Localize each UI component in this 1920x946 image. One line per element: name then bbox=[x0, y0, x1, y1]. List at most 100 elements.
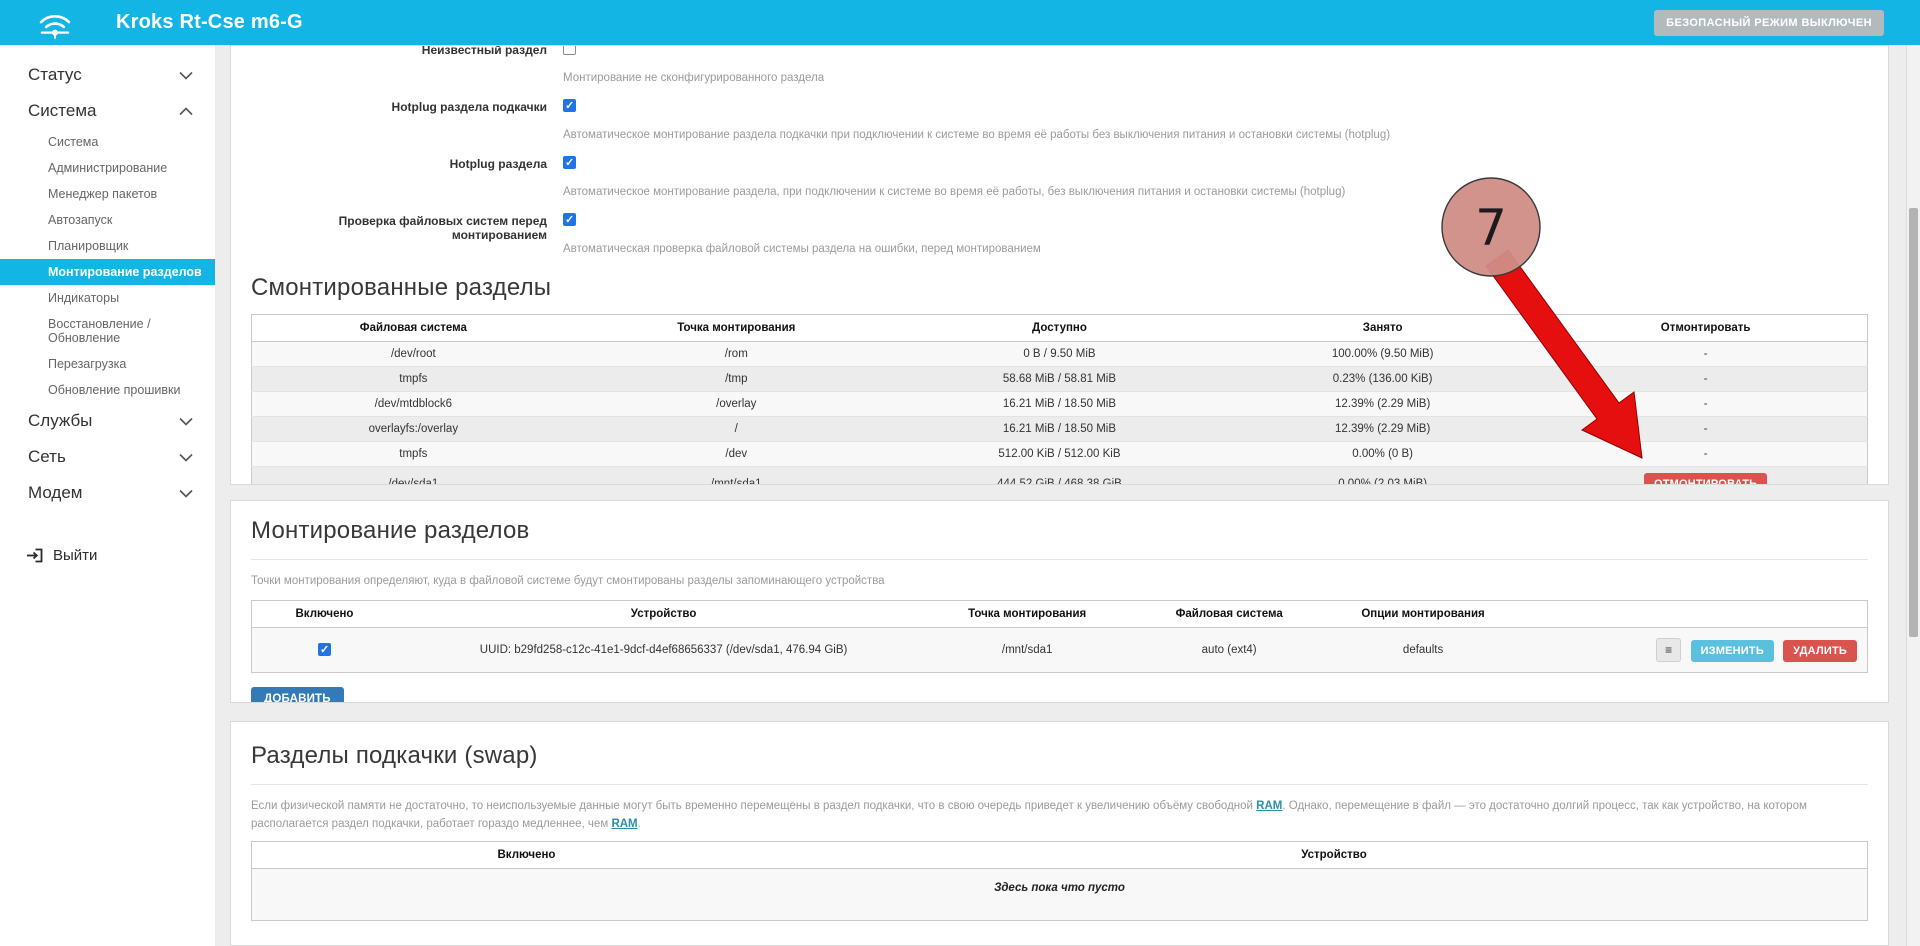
sidebar-item-autostart[interactable]: Автозапуск bbox=[0, 207, 215, 233]
setting-row-fsck: Проверка файловых систем перед монтирова… bbox=[251, 213, 1868, 256]
mounted-partitions-heading: Смонтированные разделы bbox=[251, 274, 1868, 302]
app-title: Kroks Rt-Cse m6-G bbox=[116, 11, 303, 34]
sidebar-item-status[interactable]: Статус bbox=[0, 57, 215, 93]
table-cell: 12.39% (2.29 MiB) bbox=[1221, 417, 1544, 442]
setting-label: Hotplug раздела bbox=[251, 156, 563, 199]
table-row: Здесь пока что пусто bbox=[252, 868, 1868, 920]
setting-label: Hotplug раздела подкачки bbox=[251, 99, 563, 142]
table-cell: - bbox=[1544, 417, 1867, 442]
setting-label: Неизвестный раздел bbox=[251, 45, 563, 85]
setting-description: Автоматическое монтирование раздела, при… bbox=[563, 186, 1868, 199]
sidebar-item-package-manager[interactable]: Менеджер пакетов bbox=[0, 181, 215, 207]
sidebar-item-network[interactable]: Сеть bbox=[0, 439, 215, 475]
column-header: Доступно bbox=[898, 315, 1221, 342]
setting-label: Проверка файловых систем перед монтирова… bbox=[251, 213, 563, 256]
table-cell: /dev/mtdblock6 bbox=[252, 392, 575, 417]
table-cell: defaults bbox=[1334, 627, 1512, 672]
sidebar-item-label: Система bbox=[28, 101, 96, 121]
table-cell: 0 B / 9.50 MiB bbox=[898, 342, 1221, 367]
table-cell: ОТМОНТИРОВАТЬ bbox=[1544, 467, 1867, 485]
table-cell: /dev/sda1 bbox=[252, 467, 575, 485]
setting-row-unknown-partition: Неизвестный раздел Монтирование не сконф… bbox=[251, 45, 1868, 85]
table-cell: 16.21 MiB / 18.50 MiB bbox=[898, 417, 1221, 442]
table-cell bbox=[252, 627, 397, 672]
mount-points-heading: Монтирование разделов bbox=[251, 517, 1868, 560]
table-cell: 58.68 MiB / 58.81 MiB bbox=[898, 367, 1221, 392]
sidebar-item-mount-points[interactable]: Монтирование разделов bbox=[0, 259, 215, 285]
column-header: Включено bbox=[252, 600, 397, 627]
setting-row-hotplug-partition: Hotplug раздела Автоматическое монтирова… bbox=[251, 156, 1868, 199]
ram-link[interactable]: RAM bbox=[1256, 800, 1282, 812]
mount-points-table: Включено Устройство Точка монтирования Ф… bbox=[251, 600, 1868, 673]
setting-description: Автоматическое монтирование раздела подк… bbox=[563, 129, 1868, 142]
table-cell: UUID: b29fd258-c12c-41e1-9dcf-d4ef686563… bbox=[397, 627, 930, 672]
table-cell: 444.52 GiB / 468.38 GiB bbox=[898, 467, 1221, 485]
scrollbar-thumb[interactable] bbox=[1909, 208, 1918, 637]
table-cell: /dev/root bbox=[252, 342, 575, 367]
global-settings-card: Неизвестный раздел Монтирование не сконф… bbox=[230, 45, 1889, 485]
column-header: Точка монтирования bbox=[930, 600, 1124, 627]
setting-row-hotplug-swap: Hotplug раздела подкачки Автоматическое … bbox=[251, 99, 1868, 142]
hotplug-swap-checkbox[interactable] bbox=[563, 99, 576, 112]
swap-table: Включено Устройство Здесь пока что пусто bbox=[251, 841, 1868, 921]
sidebar-item-backup-restore[interactable]: Восстановление / Обновление bbox=[0, 311, 215, 351]
table-cell: 12.39% (2.29 MiB) bbox=[1221, 392, 1544, 417]
wifi-logo-icon bbox=[34, 5, 76, 41]
chevron-down-icon bbox=[179, 489, 193, 498]
sidebar-item-system[interactable]: Система bbox=[0, 93, 215, 129]
swap-description-text: . bbox=[638, 818, 641, 830]
sidebar-item-firmware-upgrade[interactable]: Обновление прошивки bbox=[0, 377, 215, 403]
sidebar-item-reboot[interactable]: Перезагрузка bbox=[0, 351, 215, 377]
table-cell: 0.23% (136.00 KiB) bbox=[1221, 367, 1544, 392]
table-cell: /dev bbox=[575, 442, 898, 467]
table-row: tmpfs /dev 512.00 KiB / 512.00 KiB 0.00%… bbox=[252, 442, 1868, 467]
sidebar-item-modem[interactable]: Модем bbox=[0, 475, 215, 511]
row-menu-button[interactable]: ≡ bbox=[1656, 638, 1681, 662]
setting-description: Монтирование не сконфигурированного разд… bbox=[563, 72, 1868, 85]
table-cell: overlayfs:/overlay bbox=[252, 417, 575, 442]
sidebar-item-leds[interactable]: Индикаторы bbox=[0, 285, 215, 311]
delete-button[interactable]: УДАЛИТЬ bbox=[1783, 640, 1857, 662]
unknown-partition-checkbox[interactable] bbox=[563, 45, 576, 55]
edit-button[interactable]: ИЗМЕНИТЬ bbox=[1691, 640, 1774, 662]
sidebar-item-services[interactable]: Службы bbox=[0, 403, 215, 439]
safe-mode-badge[interactable]: БЕЗОПАСНЫЙ РЕЖИМ ВЫКЛЮЧЕН bbox=[1654, 10, 1884, 36]
table-cell: - bbox=[1544, 367, 1867, 392]
chevron-down-icon bbox=[179, 417, 193, 426]
add-button[interactable]: ДОБАВИТЬ bbox=[251, 687, 344, 703]
logout-button[interactable]: Выйти bbox=[0, 537, 215, 574]
mount-points-card: Монтирование разделов Точки монтирования… bbox=[230, 500, 1889, 703]
sidebar-item-system-general[interactable]: Система bbox=[0, 129, 215, 155]
table-row: /dev/mtdblock6 /overlay 16.21 MiB / 18.5… bbox=[252, 392, 1868, 417]
chevron-down-icon bbox=[179, 71, 193, 80]
sidebar-item-scheduler[interactable]: Планировщик bbox=[0, 233, 215, 259]
sidebar-item-label: Статус bbox=[28, 65, 82, 85]
table-cell: 100.00% (9.50 MiB) bbox=[1221, 342, 1544, 367]
column-header: Отмонтировать bbox=[1544, 315, 1867, 342]
sidebar: Статус Система Система Администрирование… bbox=[0, 45, 215, 946]
mount-enabled-checkbox[interactable] bbox=[318, 643, 331, 656]
fsck-checkbox[interactable] bbox=[563, 213, 576, 226]
empty-placeholder: Здесь пока что пусто bbox=[252, 868, 1868, 920]
table-row: tmpfs /tmp 58.68 MiB / 58.81 MiB 0.23% (… bbox=[252, 367, 1868, 392]
table-row: /dev/sda1 /mnt/sda1 444.52 GiB / 468.38 … bbox=[252, 467, 1868, 485]
table-row: /dev/root /rom 0 B / 9.50 MiB 100.00% (9… bbox=[252, 342, 1868, 367]
hotplug-partition-checkbox[interactable] bbox=[563, 156, 576, 169]
app-header: Kroks Rt-Cse m6-G БЕЗОПАСНЫЙ РЕЖИМ ВЫКЛЮ… bbox=[0, 0, 1920, 45]
table-cell: auto (ext4) bbox=[1124, 627, 1334, 672]
table-row: overlayfs:/overlay / 16.21 MiB / 18.50 M… bbox=[252, 417, 1868, 442]
column-header-actions bbox=[1512, 600, 1868, 627]
swap-description: Если физической памяти не достаточно, то… bbox=[251, 797, 1868, 833]
vertical-scrollbar[interactable] bbox=[1906, 45, 1920, 946]
column-header: Занято bbox=[1221, 315, 1544, 342]
table-cell: /overlay bbox=[575, 392, 898, 417]
column-header: Включено bbox=[252, 841, 801, 868]
sidebar-item-administration[interactable]: Администрирование bbox=[0, 155, 215, 181]
table-cell: - bbox=[1544, 442, 1867, 467]
table-cell: /mnt/sda1 bbox=[930, 627, 1124, 672]
unmount-button[interactable]: ОТМОНТИРОВАТЬ bbox=[1644, 473, 1767, 485]
table-header-row: Включено Устройство bbox=[252, 841, 1868, 868]
swap-heading: Разделы подкачки (swap) bbox=[251, 742, 1868, 785]
sidebar-item-label: Службы bbox=[28, 411, 92, 431]
ram-link[interactable]: RAM bbox=[611, 818, 637, 830]
